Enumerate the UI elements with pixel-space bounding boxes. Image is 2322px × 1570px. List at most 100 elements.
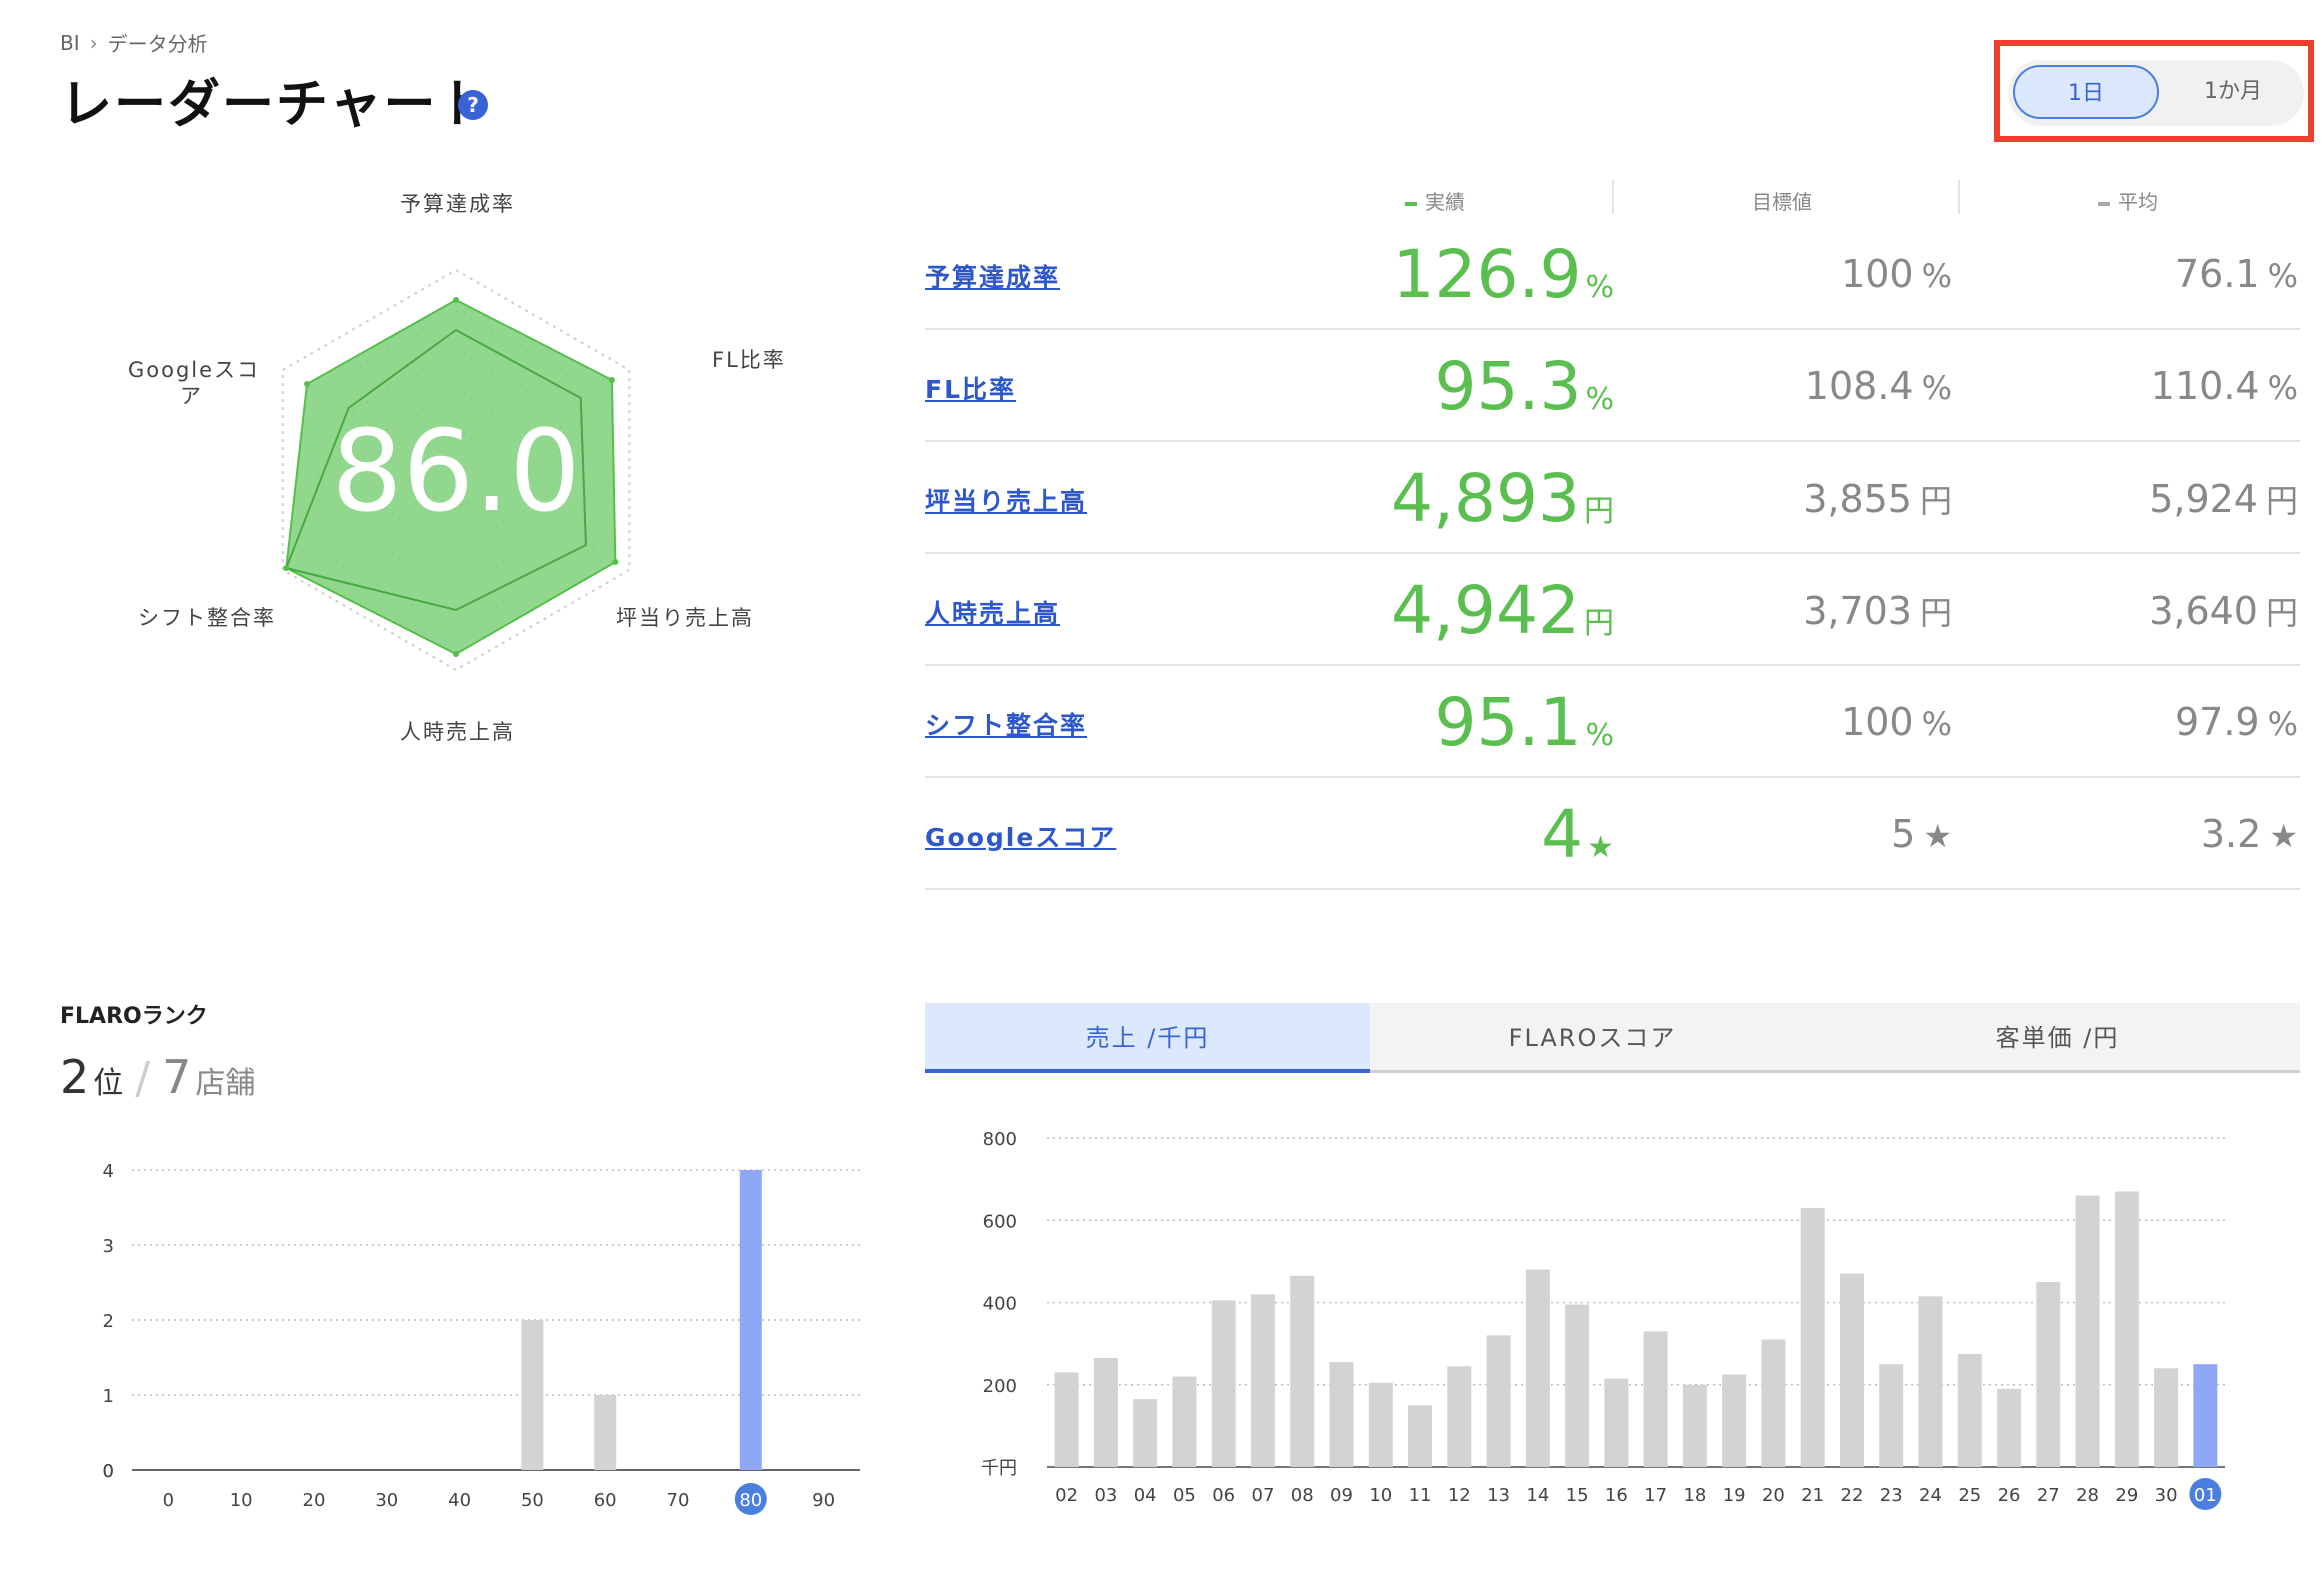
metric-average-shift: 97.9% — [2174, 700, 2298, 744]
breadcrumb-root[interactable]: BI — [60, 31, 80, 55]
x-tick-label: 20 — [1762, 1485, 1785, 1506]
tab-flaro-score[interactable]: FLAROスコア — [1370, 1003, 1815, 1073]
radar-point — [283, 565, 290, 571]
bar-02[interactable] — [1054, 1372, 1079, 1467]
metric-target-tsubo: 3,855 円 — [1803, 477, 1952, 521]
metric-actual-fl: 95.3% — [1434, 348, 1614, 425]
metric-actual-shift: 95.1% — [1434, 684, 1614, 761]
radar-label-jinji: 人時売上高 — [400, 720, 515, 744]
bar-21[interactable] — [1800, 1207, 1825, 1467]
x-tick-label: 11 — [1409, 1485, 1432, 1506]
bar-29[interactable] — [2114, 1191, 2139, 1467]
bar-03[interactable] — [1093, 1358, 1118, 1467]
metric-link-shift[interactable]: シフト整合率 — [925, 706, 1087, 742]
metric-link-jinji[interactable]: 人時売上高 — [925, 594, 1060, 630]
metric-link-google[interactable]: Googleスコア — [925, 818, 1116, 854]
rank-total-unit: 店舗 — [195, 1066, 256, 1101]
x-tick-label: 17 — [1644, 1485, 1667, 1506]
metric-link-tsubo[interactable]: 坪当り売上高 — [925, 482, 1087, 518]
help-icon[interactable]: ? — [458, 90, 488, 120]
x-tick-label: 23 — [1880, 1485, 1903, 1506]
column-divider — [1958, 180, 1960, 214]
bar-23[interactable] — [1879, 1364, 1904, 1467]
y-axis-unit-label: 千円 — [981, 1458, 1017, 1479]
x-tick-label: 30 — [375, 1490, 398, 1511]
x-tick-label: 27 — [2037, 1485, 2060, 1506]
radar-label-fl: FL比率 — [712, 348, 786, 372]
bar-14[interactable] — [1525, 1269, 1550, 1467]
x-tick-label: 06 — [1212, 1485, 1235, 1506]
x-tick-label: 19 — [1723, 1485, 1746, 1506]
metric-target-jinji: 3,703 円 — [1803, 589, 1952, 633]
y-tick-label: 600 — [983, 1211, 1017, 1232]
bar-50[interactable] — [521, 1320, 544, 1470]
bar-24[interactable] — [1918, 1296, 1943, 1467]
bar-01[interactable] — [2193, 1364, 2218, 1467]
header-target: 目標値 — [1752, 190, 1812, 214]
y-tick-label: 2 — [103, 1311, 114, 1332]
x-tick-label: 40 — [448, 1490, 471, 1511]
y-tick-label: 1 — [103, 1386, 114, 1407]
metric-average-jinji: 3,640 円 — [2149, 589, 2298, 633]
bar-08[interactable] — [1290, 1275, 1315, 1467]
metric-link-fl[interactable]: FL比率 — [925, 370, 1016, 406]
bar-22[interactable] — [1839, 1273, 1864, 1467]
bar-30[interactable] — [2154, 1368, 2179, 1467]
breadcrumb-current[interactable]: データ分析 — [108, 28, 208, 57]
bar-17[interactable] — [1643, 1331, 1668, 1467]
bar-18[interactable] — [1682, 1384, 1707, 1467]
bar-05[interactable] — [1172, 1376, 1197, 1467]
radar-label-budget: 予算達成率 — [400, 192, 515, 216]
bar-07[interactable] — [1250, 1294, 1275, 1467]
period-option-1day[interactable]: 1日 — [2013, 65, 2159, 119]
metric-link-budget[interactable]: 予算達成率 — [925, 258, 1060, 294]
bar-27[interactable] — [2036, 1281, 2061, 1467]
tab-unit-price[interactable]: 客単価 /円 — [1815, 1003, 2300, 1073]
bar-06[interactable] — [1211, 1300, 1236, 1467]
header-average: 平均 — [2098, 186, 2158, 215]
period-option-1month[interactable]: 1か月 — [2168, 65, 2298, 119]
row-divider — [925, 664, 2300, 666]
average-legend-icon — [2098, 201, 2110, 206]
x-tick-label: 0 — [163, 1490, 174, 1511]
radar-score: 86.0 — [331, 407, 580, 537]
rank-histogram: 0123400 10 20 30 40 50 60 70 80 90 — [103, 1161, 860, 1515]
bar-25[interactable] — [1957, 1353, 1982, 1467]
bar-13[interactable] — [1486, 1335, 1511, 1467]
x-tick-label: 03 — [1094, 1485, 1117, 1506]
bar-19[interactable] — [1722, 1374, 1747, 1467]
x-tick-label: 02 — [1055, 1485, 1078, 1506]
bar-09[interactable] — [1329, 1362, 1354, 1467]
radar-chart: 86.0 — [281, 268, 631, 672]
metric-actual-jinji: 4,942 円 — [1391, 572, 1614, 649]
tab-sales[interactable]: 売上 /千円 — [925, 1003, 1370, 1073]
y-tick-label: 200 — [983, 1376, 1017, 1397]
radar-point — [304, 381, 311, 387]
bar-20[interactable] — [1761, 1339, 1786, 1467]
bar-10[interactable] — [1368, 1382, 1393, 1467]
bar-28[interactable] — [2075, 1195, 2100, 1467]
bar-12[interactable] — [1447, 1366, 1472, 1467]
bar-15[interactable] — [1565, 1304, 1590, 1467]
metric-average-budget: 76.1% — [2174, 252, 2298, 296]
bar-80[interactable] — [739, 1170, 762, 1470]
row-divider — [925, 888, 2300, 890]
x-tick-label: 08 — [1291, 1485, 1314, 1506]
page-title: レーダーチャート — [60, 75, 492, 135]
x-tick-label: 04 — [1134, 1485, 1157, 1506]
bar-16[interactable] — [1604, 1378, 1629, 1467]
bar-60[interactable] — [594, 1395, 617, 1470]
radar-label-google-line2: ア — [180, 384, 203, 408]
star-icon: ★ — [1923, 817, 1952, 855]
x-tick-label: 09 — [1330, 1485, 1353, 1506]
actual-legend-icon — [1405, 201, 1417, 206]
x-tick-label: 60 — [594, 1490, 617, 1511]
y-tick-label: 4 — [103, 1161, 114, 1182]
bar-11[interactable] — [1408, 1405, 1433, 1467]
bar-04[interactable] — [1133, 1399, 1158, 1467]
x-tick-label: 12 — [1448, 1485, 1471, 1506]
bar-26[interactable] — [1997, 1388, 2022, 1467]
row-divider — [925, 440, 2300, 442]
row-divider — [925, 776, 2300, 778]
metric-target-shift: 100% — [1841, 700, 1952, 744]
